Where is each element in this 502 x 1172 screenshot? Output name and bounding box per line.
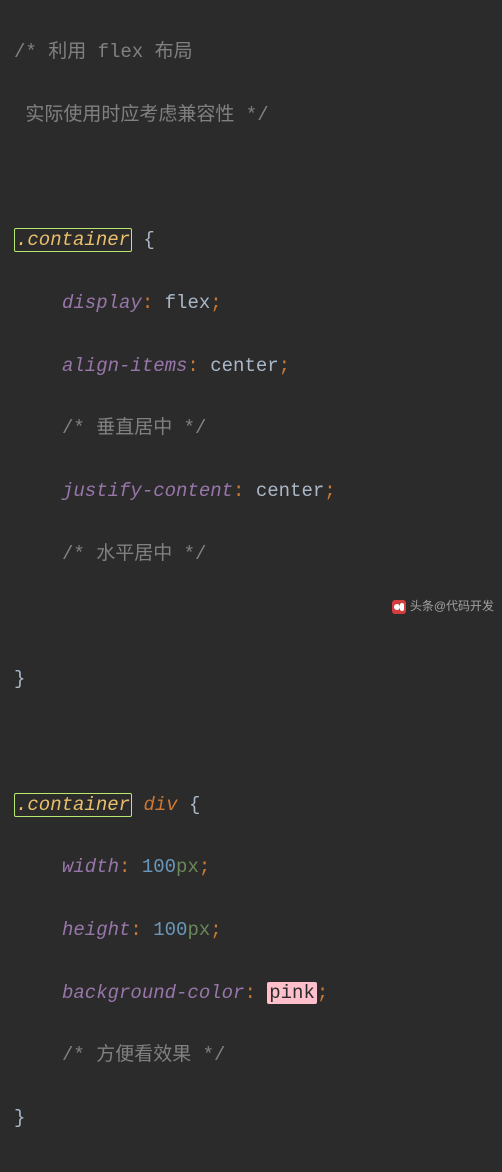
css-number: 100 — [142, 856, 176, 878]
css-color-value: pink — [267, 982, 317, 1004]
brace-open: { — [132, 229, 155, 251]
css-unit: px — [187, 919, 210, 941]
comment-line: /* 利用 flex 布局 — [14, 41, 193, 63]
css-value: center — [256, 480, 324, 502]
css-number: 100 — [153, 919, 187, 941]
css-property: display — [62, 292, 142, 314]
css-selector-class: .container — [14, 793, 132, 817]
comment-line: /* 垂直居中 */ — [62, 417, 206, 439]
css-property: justify-content — [62, 480, 233, 502]
brace-open: { — [178, 794, 201, 816]
css-property: width — [62, 856, 119, 878]
toutiao-logo-icon — [392, 600, 406, 614]
css-selector-class: .container — [14, 228, 132, 252]
watermark-text: 头条@代码开发 — [410, 597, 494, 617]
css-property: height — [62, 919, 130, 941]
brace-close: } — [14, 668, 25, 690]
comment-line: /* 方便看效果 */ — [62, 1044, 225, 1066]
brace-close: } — [14, 1107, 25, 1129]
css-property: background-color — [62, 982, 244, 1004]
css-value: center — [210, 355, 278, 377]
watermark: 头条@代码开发 — [392, 597, 494, 617]
comment-line: 实际使用时应考虑兼容性 */ — [14, 104, 269, 126]
code-editor: /* 利用 flex 布局 实际使用时应考虑兼容性 */ .container … — [0, 0, 502, 1172]
css-unit: px — [176, 856, 199, 878]
css-value: flex — [165, 292, 211, 314]
comment-line: /* 水平居中 */ — [62, 543, 206, 565]
css-property: align-items — [62, 355, 187, 377]
css-selector-tag: div — [143, 794, 177, 816]
